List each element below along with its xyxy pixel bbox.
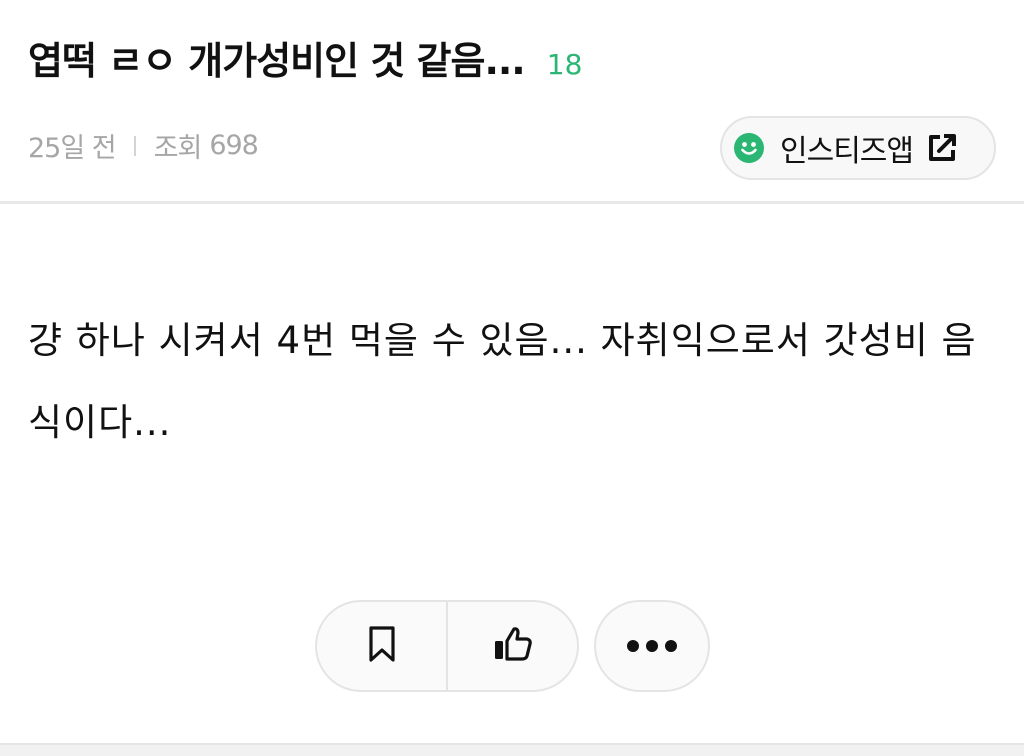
thumbs-up-icon <box>493 625 533 667</box>
meta-divider <box>133 135 136 156</box>
views-count: 698 <box>209 130 259 161</box>
bottom-divider <box>0 743 1024 756</box>
open-app-label: 인스티즈앱 <box>780 134 914 169</box>
external-link-icon <box>925 131 959 165</box>
bookmark-button[interactable] <box>317 602 446 690</box>
bookmark-icon <box>367 625 397 667</box>
comment-count[interactable]: 18 <box>547 48 583 81</box>
more-dot <box>665 640 677 652</box>
post-header: 엽떡 ㄹㅇ 개가성비인 것 같음... 18 25일 전 조회 698 인스티즈… <box>0 0 1024 204</box>
title-row: 엽떡 ㄹㅇ 개가성비인 것 같음... 18 <box>28 30 582 85</box>
like-button[interactable] <box>448 602 577 690</box>
post-page: 엽떡 ㄹㅇ 개가성비인 것 같음... 18 25일 전 조회 698 인스티즈… <box>0 0 1024 756</box>
more-dots-icon <box>627 640 639 652</box>
smile-icon <box>734 133 764 163</box>
more-button[interactable] <box>594 600 710 692</box>
open-app-button[interactable]: 인스티즈앱 <box>720 116 996 180</box>
more-dot <box>646 640 658 652</box>
post-body: 걍 하나 시켜서 4번 먹을 수 있음... 자취익으로서 갓성비 음식이다..… <box>28 319 977 444</box>
post-title: 엽떡 ㄹㅇ 개가성비인 것 같음... <box>28 39 526 83</box>
views-label: 조회 <box>153 133 203 164</box>
post-meta: 25일 전 조회 698 <box>28 126 259 165</box>
post-time: 25일 전 <box>28 133 117 164</box>
post-actions <box>315 600 579 692</box>
